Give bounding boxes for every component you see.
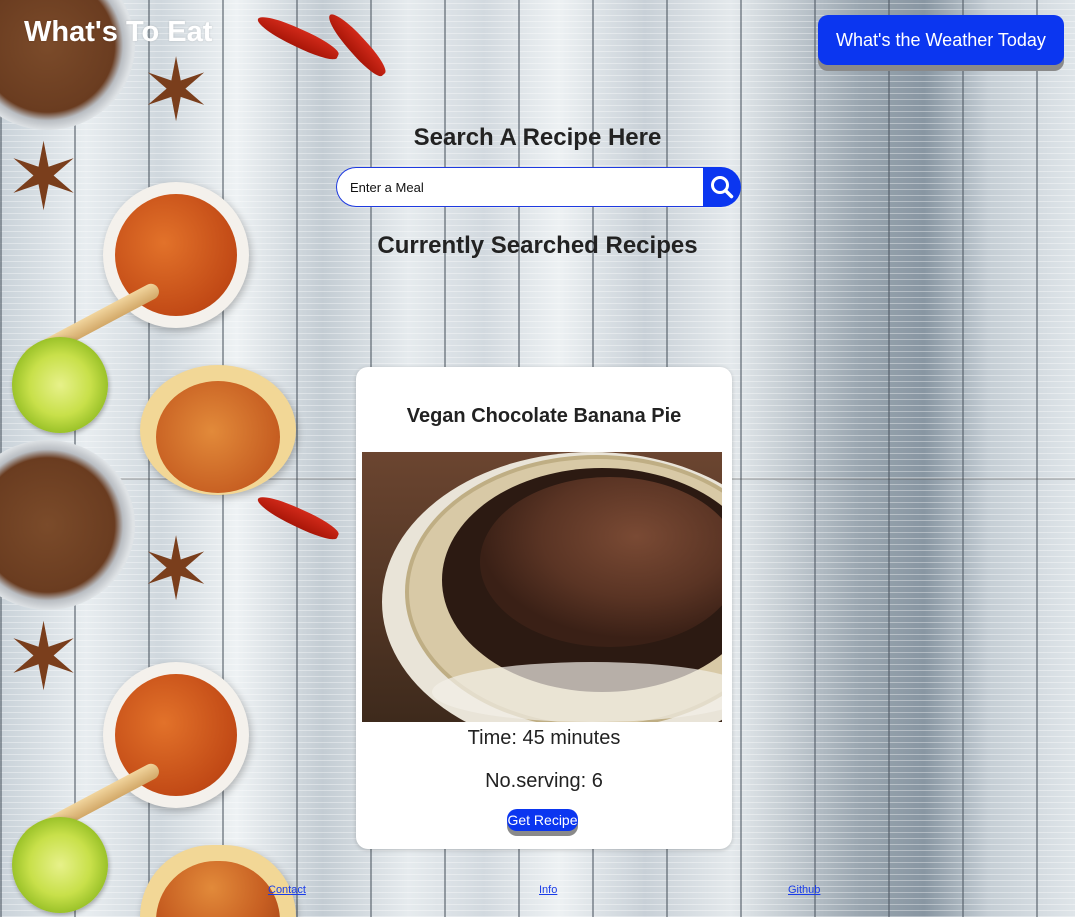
get-recipe-button[interactable]: Get Recipe [507,809,578,831]
recipe-servings: No.serving: 6 [485,770,603,792]
recipe-card: Vegan Chocolate Banana Pie Time: 45 minu… [356,367,732,849]
site-title: What's To Eat [24,16,213,48]
star-anise-image: ✶ [5,604,83,711]
recipe-time: Time: 45 minutes [467,727,621,749]
search-heading: Search A Recipe Here [413,124,662,151]
search-button[interactable] [703,167,741,207]
results-heading: Currently Searched Recipes [377,232,698,259]
weather-button[interactable]: What's the Weather Today [818,15,1064,65]
search-input[interactable] [336,167,704,207]
chili-flakes-bowl-image [140,365,296,495]
lime-image [12,337,108,433]
star-anise-image: ✶ [140,520,213,620]
star-anise-image: ✶ [140,41,213,141]
lime-image [12,817,108,913]
footer-link-contact[interactable]: Contact [268,884,306,896]
search-icon [711,176,734,199]
footer-link-info[interactable]: Info [539,884,557,896]
search-form [336,167,741,207]
recipe-title: Vegan Chocolate Banana Pie [406,405,682,427]
recipe-image [362,452,722,722]
pie-photo [362,452,722,722]
footer-link-github[interactable]: Github [788,884,820,896]
